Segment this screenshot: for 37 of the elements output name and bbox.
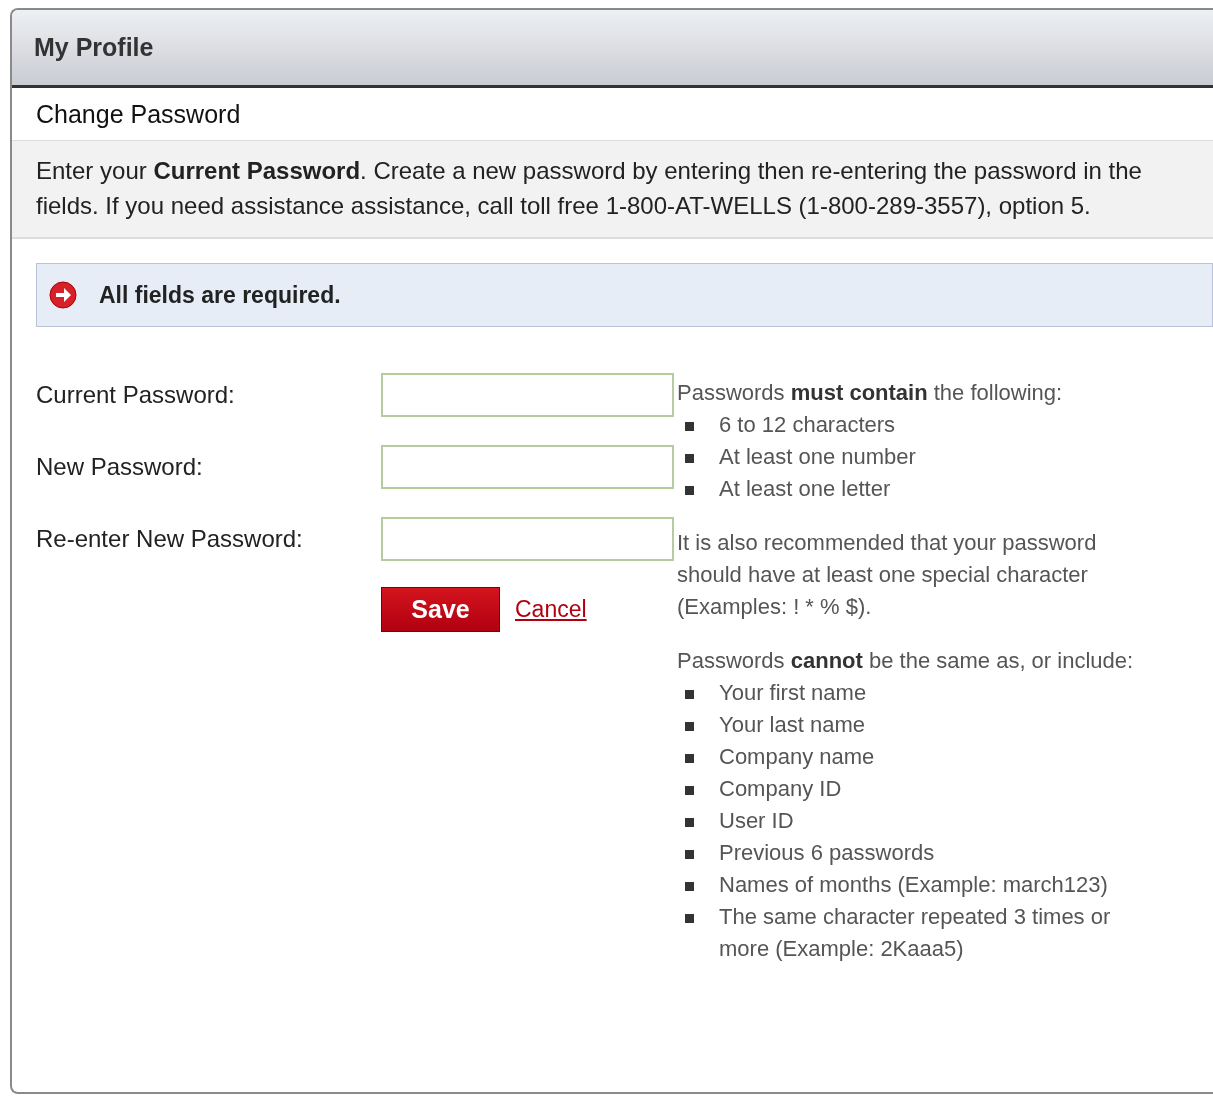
bullet-icon: [685, 422, 694, 431]
rules-intro: Passwords must contain the following:: [677, 379, 1064, 407]
bullet-icon: [685, 818, 694, 827]
rule-item: At least one letter: [719, 475, 892, 503]
rule-item: 6 to 12 characters: [719, 411, 897, 439]
rule-item: Names of months (Example: march123): [719, 871, 1109, 899]
bullet-icon: [685, 722, 694, 731]
bullet-icon: [685, 454, 694, 463]
bullet-icon: [685, 882, 694, 891]
cancel-link[interactable]: Cancel: [515, 596, 587, 623]
bullet-icon: [685, 850, 694, 859]
rule-item: Company ID: [719, 775, 843, 803]
alert-text: All fields are required.: [99, 281, 341, 309]
bullet-icon: [685, 786, 694, 795]
password-field[interactable]: [381, 373, 674, 417]
save-button[interactable]: Save: [381, 587, 500, 632]
field-label: Re-enter New Password:: [36, 525, 304, 553]
recommendation-text: It is also recommended that your password should have at least one special character (Examples: ! * % $).: [677, 529, 1098, 621]
rule-item: Your last name: [719, 711, 866, 739]
description-text: Enter your Current Password. Create a new password by entering then re-entering the password in the fields. If you need assistance assistance, call toll free 1-800-AT-WELLS (1-800-289-3557), option 5.: [12, 141, 1213, 239]
bullet-icon: [685, 690, 694, 699]
rule-item: User ID: [719, 807, 795, 835]
password-field[interactable]: [381, 517, 674, 561]
alert-icon: [49, 281, 77, 309]
rule-item: Company name: [719, 743, 876, 771]
rules-intro: Passwords cannot be the same as, or include:: [677, 647, 1135, 675]
rule-item: The same character repeated 3 times or more (Example: 2Kaaa5): [719, 903, 1112, 963]
bullet-icon: [685, 754, 694, 763]
bullet-icon: [685, 914, 694, 923]
rule-item: At least one number: [719, 443, 917, 471]
rule-item: Your first name: [719, 679, 868, 707]
rule-item: Previous 6 passwords: [719, 839, 936, 867]
panel-title: My Profile: [12, 10, 1213, 88]
field-label: New Password:: [36, 453, 204, 481]
field-label: Current Password:: [36, 381, 236, 409]
password-field[interactable]: [381, 445, 674, 489]
bullet-icon: [685, 486, 694, 495]
